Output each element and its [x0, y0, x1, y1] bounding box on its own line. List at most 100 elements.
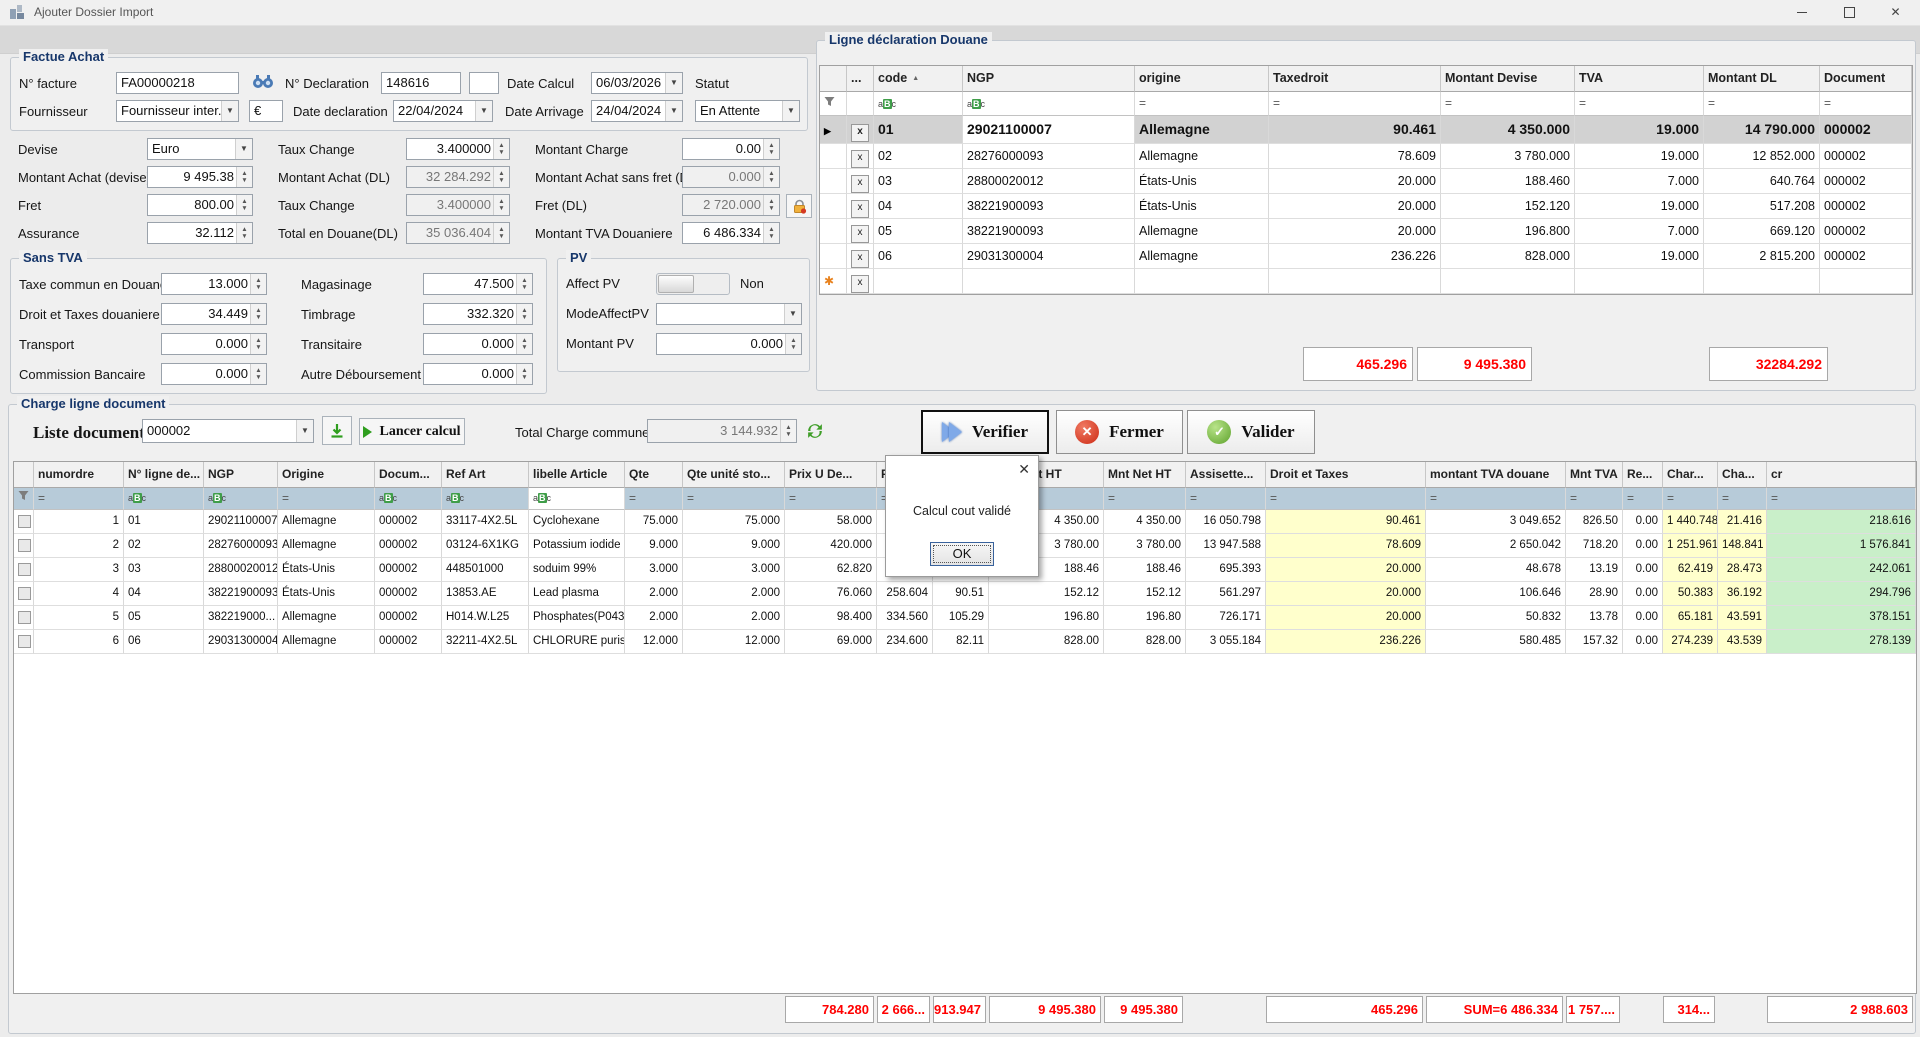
- column-header-mnt_net[interactable]: Mnt Net HT: [1104, 462, 1186, 488]
- cell-document[interactable]: 000002: [375, 606, 442, 630]
- table-row[interactable]: 60629031300004Allemagne00000232211-4X2.5…: [14, 630, 1916, 654]
- cell-document[interactable]: 000002: [1820, 219, 1912, 244]
- spinner-arrows[interactable]: ▲▼: [236, 167, 252, 187]
- filter-cell-char1[interactable]: =: [1663, 488, 1718, 510]
- chevron-down-icon[interactable]: ▼: [665, 101, 682, 121]
- cell-origine[interactable]: Allemagne: [1135, 116, 1269, 144]
- cell-mnt_tva_douane[interactable]: 580.485: [1426, 630, 1566, 654]
- column-header-libelle[interactable]: libelle Article: [529, 462, 625, 488]
- cell-mnt_tva[interactable]: 13.78: [1566, 606, 1623, 630]
- cell-rowind[interactable]: [820, 144, 847, 169]
- cell-qte[interactable]: 75.000: [625, 510, 683, 534]
- chevron-down-icon[interactable]: ▼: [665, 73, 682, 93]
- cell-origine[interactable]: Allemagne: [278, 606, 375, 630]
- currency-symbol-box[interactable]: €: [249, 100, 283, 122]
- date-arrivage-picker[interactable]: 24/04/2024▼: [591, 100, 683, 122]
- cell-rowind[interactable]: [14, 534, 34, 558]
- cell-libelle[interactable]: Phosphates(P043-): [529, 606, 625, 630]
- cell-ngp[interactable]: 29021100007: [204, 510, 278, 534]
- export-document-button[interactable]: [322, 416, 352, 445]
- cell-delete[interactable]: x: [847, 144, 874, 169]
- cell-prix_2[interactable]: 258.604: [877, 582, 933, 606]
- cell-droit_taxes[interactable]: 20.000: [1266, 606, 1426, 630]
- autre-deboursement-input[interactable]: 0.000▲▼: [423, 363, 533, 385]
- cell-montant_devise[interactable]: [1441, 269, 1575, 294]
- cell-delete[interactable]: x: [847, 116, 874, 144]
- cell-tva[interactable]: [1575, 269, 1704, 294]
- spinner-arrows[interactable]: ▲▼: [516, 304, 532, 324]
- timbrage-input[interactable]: 332.320▲▼: [423, 303, 533, 325]
- montant-pv-input[interactable]: 0.000▲▼: [656, 333, 802, 355]
- filter-cell-rowind[interactable]: [820, 92, 847, 116]
- cell-ngp[interactable]: 28800020012: [963, 169, 1135, 194]
- cell-mnt_tva_douane[interactable]: 50.832: [1426, 606, 1566, 630]
- column-header-rowind[interactable]: [820, 66, 847, 92]
- cell-re[interactable]: 0.00: [1623, 630, 1663, 654]
- filter-cell-cr[interactable]: =: [1767, 488, 1916, 510]
- cell-numordre[interactable]: 3: [34, 558, 124, 582]
- cell-prix_u_de[interactable]: 420.000: [785, 534, 877, 558]
- cell-delete[interactable]: x: [847, 219, 874, 244]
- delete-row-button[interactable]: x: [851, 150, 869, 168]
- binoculars-icon[interactable]: [251, 73, 275, 92]
- spinner-arrows[interactable]: ▲▼: [785, 334, 801, 354]
- chevron-down-icon[interactable]: ▼: [221, 101, 238, 121]
- lancer-calcul-button[interactable]: Lancer calcul: [359, 418, 465, 445]
- cell-prix_3[interactable]: 105.29: [933, 606, 989, 630]
- cell-origine[interactable]: États-Unis: [278, 558, 375, 582]
- filter-cell-montant_devise[interactable]: =: [1441, 92, 1575, 116]
- column-header-taxedroit[interactable]: Taxedroit: [1269, 66, 1441, 92]
- table-row[interactable]: x0438221900093États-Unis20.000152.12019.…: [820, 194, 1912, 219]
- cell-document[interactable]: 000002: [375, 510, 442, 534]
- column-header-document[interactable]: Document: [1820, 66, 1912, 92]
- cell-tva[interactable]: 19.000: [1575, 194, 1704, 219]
- fournisseur-select[interactable]: Fournisseur inter...▼: [116, 100, 239, 122]
- column-header-rowind[interactable]: [14, 462, 34, 488]
- date-declaration-picker[interactable]: 22/04/2024▼: [393, 100, 493, 122]
- cell-mnt_net[interactable]: 3 780.00: [1104, 534, 1186, 558]
- cell-code[interactable]: 03: [874, 169, 963, 194]
- cell-droit_taxes[interactable]: 78.609: [1266, 534, 1426, 558]
- row-expand-box[interactable]: [18, 563, 31, 576]
- cell-char2[interactable]: 21.416: [1718, 510, 1767, 534]
- cell-ligne[interactable]: 04: [124, 582, 204, 606]
- column-header-ref_art[interactable]: Ref Art: [442, 462, 529, 488]
- cell-qte[interactable]: 12.000: [625, 630, 683, 654]
- column-header-qte_unite[interactable]: Qte unité sto...: [683, 462, 785, 488]
- cell-char1[interactable]: 50.383: [1663, 582, 1718, 606]
- table-row[interactable]: x0228276000093Allemagne78.6093 780.00019…: [820, 144, 1912, 169]
- delete-row-button[interactable]: x: [851, 124, 869, 142]
- delete-row-button[interactable]: x: [851, 225, 869, 243]
- cell-mnt_net[interactable]: 188.46: [1104, 558, 1186, 582]
- filter-cell-mnt_net[interactable]: =: [1104, 488, 1186, 510]
- column-header-qte[interactable]: Qte: [625, 462, 683, 488]
- cell-qte_unite[interactable]: 2.000: [683, 606, 785, 630]
- cell-libelle[interactable]: Cyclohexane: [529, 510, 625, 534]
- cell-montant_dl[interactable]: 2 815.200: [1704, 244, 1820, 269]
- table-row[interactable]: ▶x0129021100007Allemagne90.4614 350.0001…: [820, 116, 1912, 144]
- cell-rowind[interactable]: [820, 194, 847, 219]
- cell-droit_taxes[interactable]: 20.000: [1266, 582, 1426, 606]
- cell-ref_art[interactable]: 13853.AE: [442, 582, 529, 606]
- spinner-arrows[interactable]: ▲▼: [516, 334, 532, 354]
- cell-ngp[interactable]: 38221900093: [204, 582, 278, 606]
- cell-mnt_brut[interactable]: 152.12: [989, 582, 1104, 606]
- column-header-delete[interactable]: ...: [847, 66, 874, 92]
- cell-delete[interactable]: x: [847, 194, 874, 219]
- filter-cell-assisette[interactable]: =: [1186, 488, 1266, 510]
- filter-cell-char2[interactable]: =: [1718, 488, 1767, 510]
- cell-code[interactable]: 04: [874, 194, 963, 219]
- spinner-arrows[interactable]: ▲▼: [493, 139, 509, 159]
- commission-bancaire-input[interactable]: 0.000▲▼: [161, 363, 267, 385]
- cell-taxedroit[interactable]: 20.000: [1269, 194, 1441, 219]
- cell-origine[interactable]: Allemagne: [1135, 219, 1269, 244]
- delete-row-button[interactable]: x: [851, 175, 869, 193]
- spinner-arrows[interactable]: ▲▼: [250, 274, 266, 294]
- cell-prix_2[interactable]: 234.600: [877, 630, 933, 654]
- refresh-icon[interactable]: [804, 420, 826, 445]
- cell-char1[interactable]: 62.419: [1663, 558, 1718, 582]
- cell-ligne[interactable]: 03: [124, 558, 204, 582]
- cell-montant_devise[interactable]: 828.000: [1441, 244, 1575, 269]
- cell-document[interactable]: 000002: [375, 558, 442, 582]
- fermer-button[interactable]: ✕ Fermer: [1056, 410, 1183, 454]
